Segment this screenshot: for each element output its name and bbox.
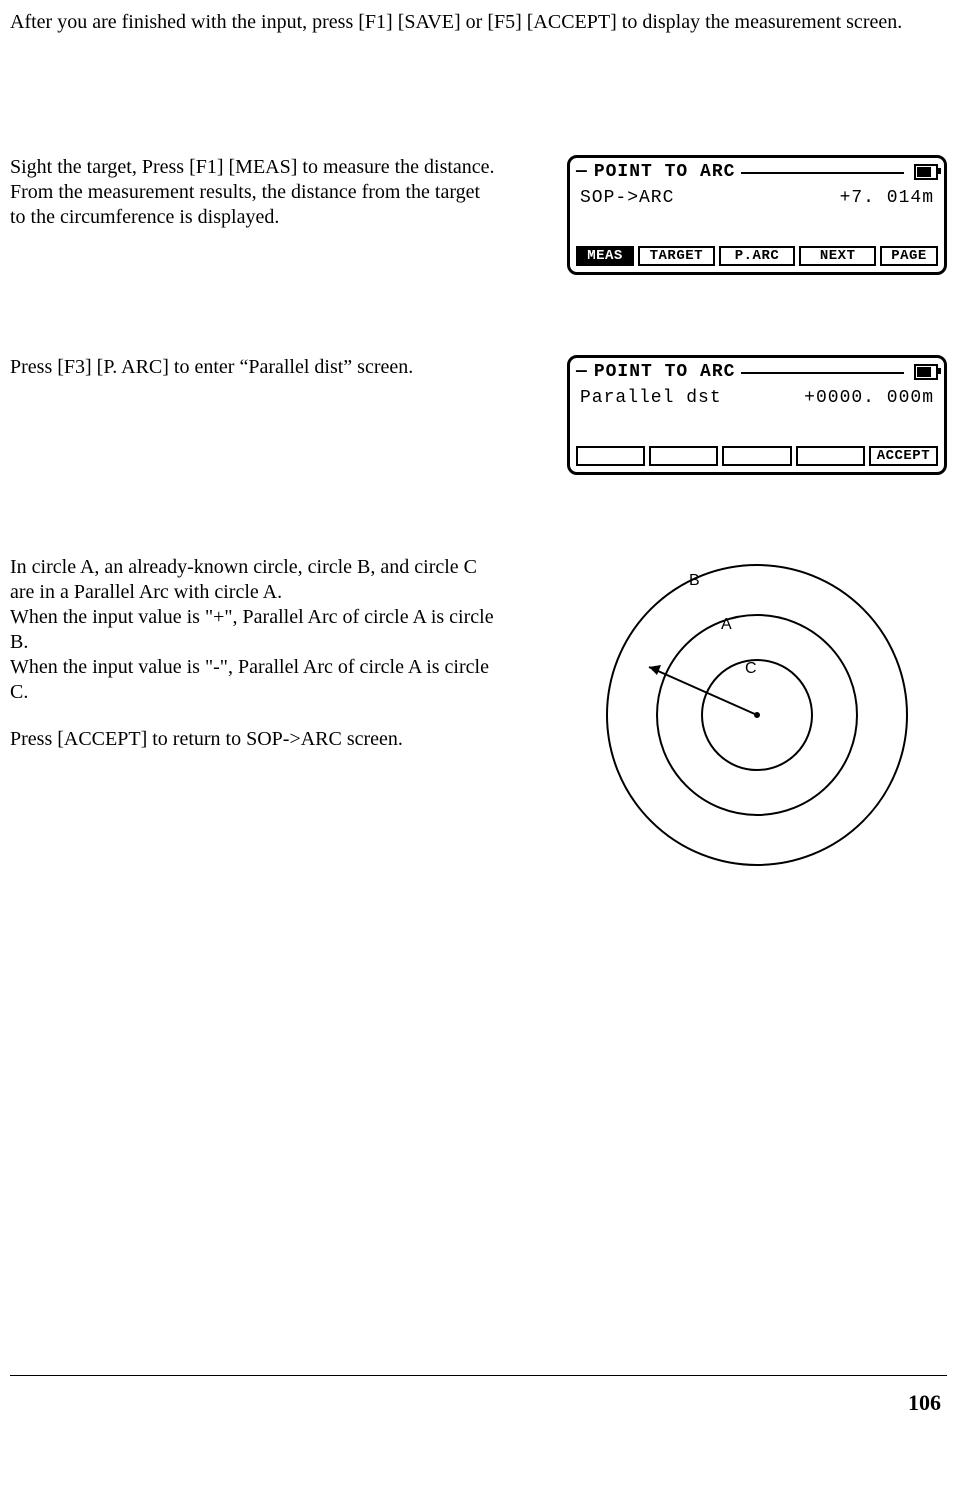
lcd-screen-2: — POINT TO ARC Parallel dst +0000. 000m … bbox=[567, 355, 947, 475]
softkey-empty-3[interactable] bbox=[722, 446, 791, 466]
page-number: 106 bbox=[10, 1376, 947, 1436]
softkey-accept[interactable]: ACCEPT bbox=[869, 446, 938, 466]
battery-icon bbox=[914, 164, 938, 180]
softkey-target[interactable]: TARGET bbox=[638, 246, 715, 266]
lcd1-title-prefix: — bbox=[576, 162, 588, 182]
step-3-text-c: When the input value is "-", Parallel Ar… bbox=[10, 655, 500, 705]
lcd2-right-value: +0000. 000m bbox=[804, 388, 934, 408]
step-3-row: In circle A, an already-known circle, ci… bbox=[10, 555, 947, 875]
step-3-text-a: In circle A, an already-known circle, ci… bbox=[10, 555, 500, 605]
label-a: A bbox=[721, 616, 732, 633]
lcd2-title-prefix: — bbox=[576, 362, 588, 382]
lcd1-right-value: +7. 014m bbox=[840, 188, 934, 208]
step-2-text: Press [F3] [P. ARC] to enter “Parallel d… bbox=[10, 355, 510, 380]
step-1-row: Sight the target, Press [F1] [MEAS] to m… bbox=[10, 155, 947, 275]
step-1-text: Sight the target, Press [F1] [MEAS] to m… bbox=[10, 155, 510, 230]
softkey-empty-1[interactable] bbox=[576, 446, 645, 466]
step-3-text-d: Press [ACCEPT] to return to SOP->ARC scr… bbox=[10, 727, 500, 752]
step-2-row: Press [F3] [P. ARC] to enter “Parallel d… bbox=[10, 355, 947, 475]
step-3-text-b: When the input value is "+", Parallel Ar… bbox=[10, 605, 500, 655]
lcd2-title: POINT TO ARC bbox=[594, 362, 736, 382]
softkey-meas[interactable]: MEAS bbox=[576, 246, 634, 266]
softkey-next[interactable]: NEXT bbox=[799, 246, 876, 266]
battery-icon bbox=[914, 364, 938, 380]
intro-text: After you are finished with the input, p… bbox=[10, 10, 947, 35]
lcd-screen-1: — POINT TO ARC SOP->ARC +7. 014m MEAS TA… bbox=[567, 155, 947, 275]
parallel-arc-diagram: B A C bbox=[597, 555, 917, 875]
lcd1-left-value: SOP->ARC bbox=[580, 188, 674, 208]
softkey-empty-4[interactable] bbox=[796, 446, 865, 466]
softkey-empty-2[interactable] bbox=[649, 446, 718, 466]
softkey-parc[interactable]: P.ARC bbox=[719, 246, 796, 266]
label-b: B bbox=[689, 572, 700, 589]
lcd1-title: POINT TO ARC bbox=[594, 162, 736, 182]
label-c: C bbox=[745, 660, 757, 677]
lcd2-left-value: Parallel dst bbox=[580, 388, 722, 408]
softkey-page[interactable]: PAGE bbox=[880, 246, 938, 266]
